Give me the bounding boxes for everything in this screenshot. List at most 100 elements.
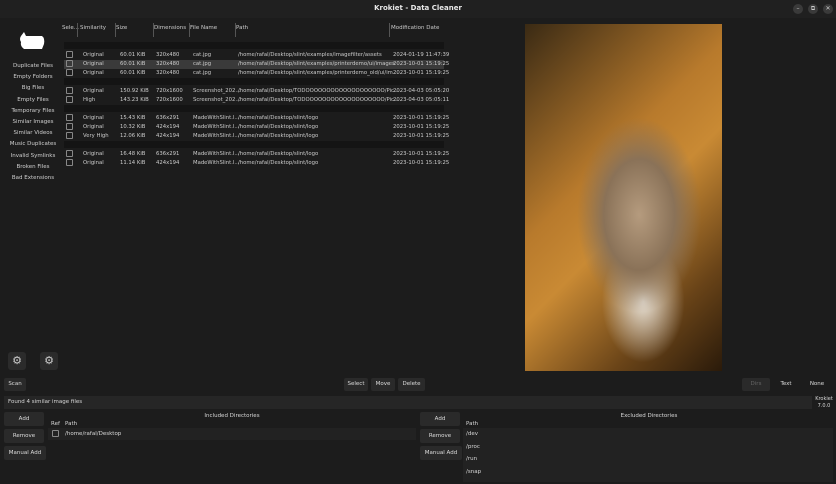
cell: 15.43 KiB: [120, 115, 146, 121]
cell: 150.92 KiB: [120, 88, 149, 94]
cell: 2023-04-03 05:05:20: [393, 88, 450, 94]
included-add-button[interactable]: Add: [4, 412, 44, 426]
column-divider[interactable]: [153, 23, 154, 37]
included-list: /home/rafal/Desktop: [48, 428, 416, 440]
row-checkbox[interactable]: [66, 159, 73, 166]
cell: /home/rafal/Desktop/TODOOOOOOOOOOOOOOOOO…: [238, 97, 400, 103]
about-icon[interactable]: ⚙: [40, 352, 58, 370]
column-header[interactable]: Dimensions: [154, 25, 186, 31]
table-row[interactable]: High 143.23 KiB 720x1600 Screenshot_202... /…: [64, 96, 449, 105]
sidebar-item-broken-files[interactable]: Broken Files: [0, 164, 66, 170]
cell: 320x480: [156, 70, 180, 76]
group-separator: [64, 141, 444, 148]
column-header[interactable]: Path: [236, 25, 248, 31]
table-row[interactable]: Original 15.43 KiB 636x291 MadeWithSlint.l.…: [64, 114, 449, 123]
column-divider[interactable]: [77, 23, 78, 37]
cell: Original: [83, 151, 104, 157]
excluded-manual-add-button[interactable]: Manual Add: [420, 446, 462, 460]
cell: cat.jpg: [193, 70, 212, 76]
sidebar: [0, 20, 58, 370]
close-button[interactable]: ✕: [823, 4, 833, 14]
row-checkbox[interactable]: [66, 132, 73, 139]
sidebar-item-music-duplicates[interactable]: Music Duplicates: [0, 141, 66, 147]
reference-checkbox[interactable]: [52, 430, 59, 437]
sidebar-item-similar-videos[interactable]: Similar Videos: [0, 130, 66, 136]
cell: 60.01 KiB: [120, 61, 146, 67]
cell: /home/rafal/Desktop/slint/logo: [238, 160, 319, 166]
cell: /home/rafal/Desktop/slint/logo: [238, 124, 319, 130]
settings-icon[interactable]: ⚙: [8, 352, 26, 370]
title-bar: Krokiet - Data Cleaner – ⧉ ✕: [0, 0, 836, 18]
excluded-path[interactable]: /run: [466, 456, 477, 462]
cell: 636x291: [156, 151, 180, 157]
cell: High: [83, 97, 96, 103]
row-checkbox[interactable]: [66, 51, 73, 58]
row-checkbox[interactable]: [66, 114, 73, 121]
row-checkbox[interactable]: [66, 87, 73, 94]
excluded-add-button[interactable]: Add: [420, 412, 460, 426]
excluded-list: /dev/proc/run/snap: [463, 428, 833, 482]
krokiet-logo-icon: [20, 32, 45, 49]
row-checkbox[interactable]: [66, 60, 73, 67]
table-row[interactable]: Original 60.01 KiB 320x480 cat.jpg/home/raf…: [64, 69, 449, 78]
row-checkbox[interactable]: [66, 123, 73, 130]
table-row[interactable]: Original 60.01 KiB 320x480 cat.jpg/home/raf…: [64, 60, 449, 69]
column-divider[interactable]: [189, 23, 190, 37]
cell: 720x1600: [156, 97, 183, 103]
column-header[interactable]: File Name: [190, 25, 217, 31]
table-row[interactable]: Original 11.14 KiB 424x194 MadeWithSlint.l.…: [64, 159, 449, 168]
cell: 16.48 KiB: [120, 151, 146, 157]
maximize-button[interactable]: ⧉: [808, 4, 818, 14]
excluded-path[interactable]: /proc: [466, 444, 480, 450]
table-row[interactable]: Original 10.32 KiB 424x194 MadeWithSlint.l.…: [64, 123, 449, 132]
column-header[interactable]: Modification Date: [391, 25, 439, 31]
select-button[interactable]: Select: [344, 378, 368, 391]
cell: 60.01 KiB: [120, 52, 146, 58]
cell: /home/rafal/Desktop/slint/examples/image…: [238, 52, 382, 58]
table-row[interactable]: Original 16.48 KiB 636x291 MadeWithSlint.l.…: [64, 150, 449, 159]
included-manual-add-button[interactable]: Manual Add: [4, 446, 46, 460]
status-bar: Found 4 similar image files: [4, 396, 812, 409]
dirs-button[interactable]: Dirs: [742, 378, 770, 391]
cell: MadeWithSlint.l...: [193, 160, 240, 166]
included-remove-button[interactable]: Remove: [4, 429, 44, 443]
minimize-button[interactable]: –: [793, 4, 803, 14]
sidebar-item-similar-images[interactable]: Similar Images: [0, 119, 66, 125]
sidebar-item-empty-files[interactable]: Empty Files: [0, 97, 66, 103]
sidebar-item-big-files[interactable]: Big Files: [0, 85, 66, 91]
cell: cat.jpg: [193, 61, 212, 67]
cell: cat.jpg: [193, 52, 212, 58]
cell: Very High: [83, 133, 109, 139]
cell: 2023-10-01 15:19:25: [393, 124, 450, 130]
delete-button[interactable]: Delete: [398, 378, 425, 391]
excluded-path[interactable]: /dev: [466, 431, 478, 437]
column-header[interactable]: Similarity: [80, 25, 106, 31]
scan-button[interactable]: Scan: [4, 378, 26, 391]
cell: 636x291: [156, 115, 180, 121]
none-button[interactable]: None: [802, 378, 832, 391]
cell: 2023-10-01 15:19:25: [393, 133, 450, 139]
column-divider[interactable]: [235, 23, 236, 37]
text-button[interactable]: Text: [772, 378, 800, 391]
column-divider[interactable]: [389, 23, 390, 37]
row-checkbox[interactable]: [66, 96, 73, 103]
included-path[interactable]: /home/rafal/Desktop: [65, 431, 121, 437]
column-divider[interactable]: [115, 23, 116, 37]
cell: Original: [83, 70, 104, 76]
sidebar-item-bad-extensions[interactable]: Bad Extensions: [0, 175, 66, 181]
group-separator: [64, 105, 444, 112]
table-row[interactable]: Original 60.01 KiB 320x480 cat.jpg/home/raf…: [64, 51, 449, 60]
table-row[interactable]: Very High 12.06 KiB 424x194 MadeWithSlint.l…: [64, 132, 449, 141]
sidebar-item-temporary-files[interactable]: Temporary Files: [0, 108, 66, 114]
sidebar-item-invalid-symlinks[interactable]: Invalid Symlinks: [0, 153, 66, 159]
excluded-remove-button[interactable]: Remove: [420, 429, 460, 443]
excluded-path[interactable]: /snap: [466, 469, 481, 475]
sidebar-item-empty-folders[interactable]: Empty Folders: [0, 74, 66, 80]
row-checkbox[interactable]: [66, 69, 73, 76]
table-row[interactable]: Original 150.92 KiB 720x1600 Screenshot_202…: [64, 87, 449, 96]
cell: 10.32 KiB: [120, 124, 146, 130]
sidebar-item-duplicate-files[interactable]: Duplicate Files: [0, 63, 66, 69]
move-button[interactable]: Move: [371, 378, 395, 391]
row-checkbox[interactable]: [66, 150, 73, 157]
column-header[interactable]: Size: [116, 25, 127, 31]
